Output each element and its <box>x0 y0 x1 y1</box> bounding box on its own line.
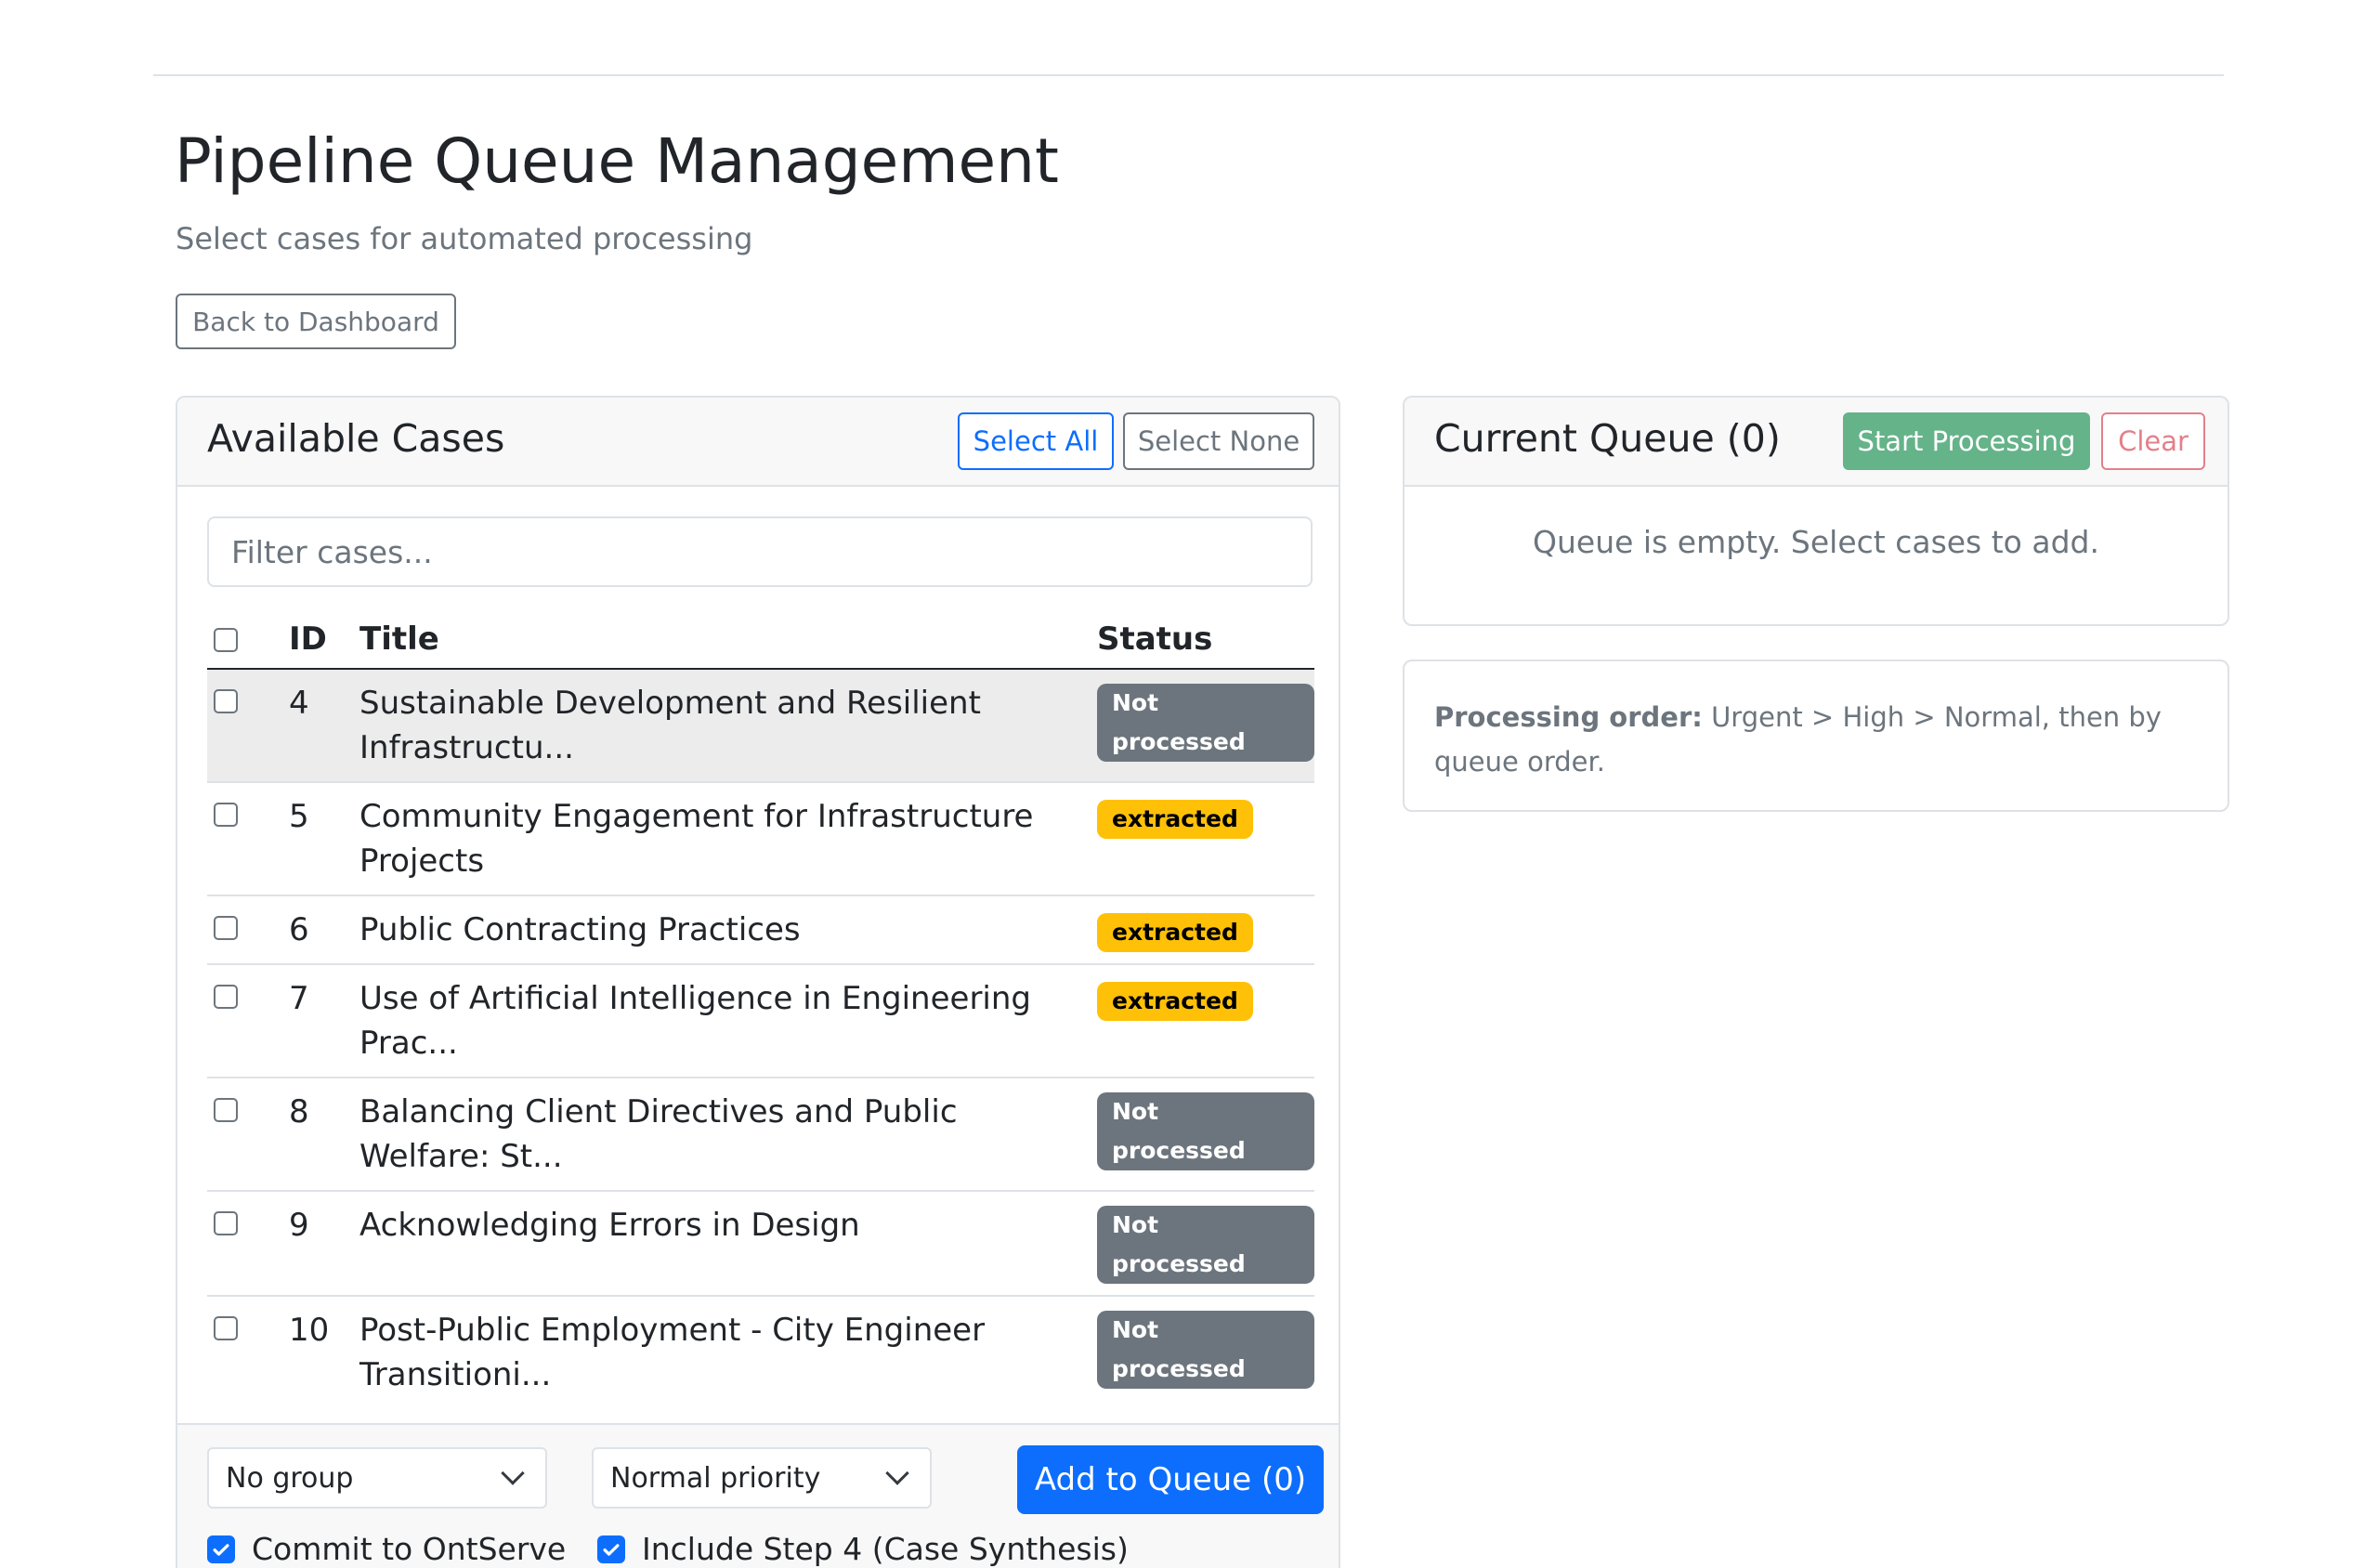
table-row[interactable]: 5 Community Engagement for Infrastructure… <box>207 782 1314 896</box>
status-badge: extracted <box>1097 800 1253 839</box>
table-row[interactable]: 6 Public Contracting Practices extracted <box>207 895 1314 965</box>
group-select[interactable]: No group <box>207 1447 547 1509</box>
table-header-row: ID Title Status <box>207 609 1314 670</box>
row-checkbox-cell <box>207 1078 289 1192</box>
chevron-down-icon <box>501 1461 525 1485</box>
select-none-button[interactable]: Select None <box>1123 412 1314 470</box>
case-title: Community Engagement for Infrastructure … <box>359 782 1097 896</box>
case-id: 6 <box>289 895 359 965</box>
row-checkbox[interactable] <box>214 803 238 827</box>
case-id: 10 <box>289 1296 359 1405</box>
current-queue-title: Current Queue (0) <box>1434 416 1781 461</box>
case-status-cell: extracted <box>1097 895 1314 965</box>
processing-order-card: Processing order: Urgent > High > Normal… <box>1403 660 2229 812</box>
commit-to-ontserve-label: Commit to OntServe <box>252 1531 567 1567</box>
queue-empty-message: Queue is empty. Select cases to add. <box>1533 524 2099 560</box>
page-title: Pipeline Queue Management <box>175 125 1059 197</box>
status-badge: extracted <box>1097 913 1253 952</box>
available-cases-title: Available Cases <box>207 416 505 461</box>
table-row[interactable]: 8 Balancing Client Directives and Public … <box>207 1078 1314 1192</box>
table-row[interactable]: 7 Use of Artificial Intelligence in Engin… <box>207 964 1314 1078</box>
case-id: 5 <box>289 782 359 896</box>
case-id: 4 <box>289 669 359 783</box>
filter-cases-input[interactable] <box>207 516 1313 587</box>
case-status-cell: extracted <box>1097 964 1314 1078</box>
include-step4-option: Include Step 4 (Case Synthesis) <box>597 1531 1129 1567</box>
status-badge: Not processed <box>1097 1092 1314 1170</box>
case-title: Sustainable Development and Resilient In… <box>359 669 1097 783</box>
column-header-title: Title <box>359 609 1097 670</box>
row-checkbox-cell <box>207 669 289 783</box>
chevron-down-icon <box>885 1461 909 1485</box>
row-checkbox-cell <box>207 1191 289 1297</box>
row-checkbox[interactable] <box>214 1098 238 1122</box>
select-all-button[interactable]: Select All <box>958 412 1114 470</box>
row-checkbox[interactable] <box>214 985 238 1009</box>
check-icon <box>213 1543 229 1556</box>
header-checkbox-cell <box>207 609 289 670</box>
status-badge: Not processed <box>1097 1311 1314 1389</box>
table-row[interactable]: 9 Acknowledging Errors in Design Not proce… <box>207 1191 1314 1297</box>
status-badge: extracted <box>1097 982 1253 1021</box>
row-checkbox[interactable] <box>214 916 238 940</box>
row-checkbox[interactable] <box>214 1211 238 1235</box>
available-cases-header: Available Cases Select All Select None <box>177 398 1339 487</box>
include-step4-label: Include Step 4 (Case Synthesis) <box>642 1531 1129 1567</box>
case-status-cell: Not processed <box>1097 669 1314 783</box>
processing-order-info: Processing order: Urgent > High > Normal… <box>1434 695 2198 784</box>
group-select-value: No group <box>226 1461 354 1495</box>
case-title: Public Contracting Practices <box>359 895 1097 965</box>
cases-table-body: 4 Sustainable Development and Resilient I… <box>207 669 1314 1405</box>
case-id: 8 <box>289 1078 359 1192</box>
top-divider <box>153 74 2224 76</box>
cases-table: ID Title Status 4 Sustainable Development… <box>207 609 1314 1405</box>
commit-to-ontserve-option: Commit to OntServe <box>207 1531 566 1567</box>
row-checkbox-cell <box>207 1296 289 1405</box>
include-step4-checkbox[interactable] <box>597 1535 625 1563</box>
table-row[interactable]: 4 Sustainable Development and Resilient I… <box>207 669 1314 783</box>
row-checkbox[interactable] <box>214 689 238 713</box>
column-header-status: Status <box>1097 609 1314 670</box>
priority-select[interactable]: Normal priority <box>592 1447 932 1509</box>
case-status-cell: Not processed <box>1097 1296 1314 1405</box>
commit-to-ontserve-checkbox[interactable] <box>207 1535 235 1563</box>
check-icon <box>603 1543 620 1556</box>
case-status-cell: extracted <box>1097 782 1314 896</box>
case-title: Acknowledging Errors in Design <box>359 1191 1097 1297</box>
priority-select-value: Normal priority <box>610 1461 821 1495</box>
row-checkbox-cell <box>207 895 289 965</box>
cases-table-container[interactable]: ID Title Status 4 Sustainable Development… <box>207 609 1314 1405</box>
available-cases-card: Available Cases Select All Select None I… <box>176 396 1340 1568</box>
status-badge: Not processed <box>1097 1206 1314 1284</box>
processing-order-label: Processing order: <box>1434 701 1703 733</box>
case-title: Post-Public Employment - City Engineer T… <box>359 1296 1097 1405</box>
case-title: Balancing Client Directives and Public W… <box>359 1078 1097 1192</box>
current-queue-card: Current Queue (0) Start Processing Clear… <box>1403 396 2229 626</box>
available-cases-footer: No group Normal priority Add to Queue (0… <box>177 1423 1339 1568</box>
case-status-cell: Not processed <box>1097 1078 1314 1192</box>
clear-queue-button[interactable]: Clear <box>2101 412 2205 470</box>
case-title: Use of Artificial Intelligence in Engine… <box>359 964 1097 1078</box>
case-id: 9 <box>289 1191 359 1297</box>
case-id: 7 <box>289 964 359 1078</box>
select-all-checkbox[interactable] <box>214 628 238 652</box>
row-checkbox-cell <box>207 964 289 1078</box>
column-header-id: ID <box>289 609 359 670</box>
back-to-dashboard-button[interactable]: Back to Dashboard <box>176 294 456 349</box>
row-checkbox-cell <box>207 782 289 896</box>
case-status-cell: Not processed <box>1097 1191 1314 1297</box>
table-row[interactable]: 10 Post-Public Employment - City Engineer… <box>207 1296 1314 1405</box>
row-checkbox[interactable] <box>214 1316 238 1340</box>
status-badge: Not processed <box>1097 684 1314 762</box>
start-processing-button[interactable]: Start Processing <box>1843 412 2090 470</box>
current-queue-header: Current Queue (0) Start Processing Clear <box>1405 398 2228 487</box>
add-to-queue-button[interactable]: Add to Queue (0) <box>1017 1445 1324 1514</box>
page-subtitle: Select cases for automated processing <box>176 221 753 256</box>
